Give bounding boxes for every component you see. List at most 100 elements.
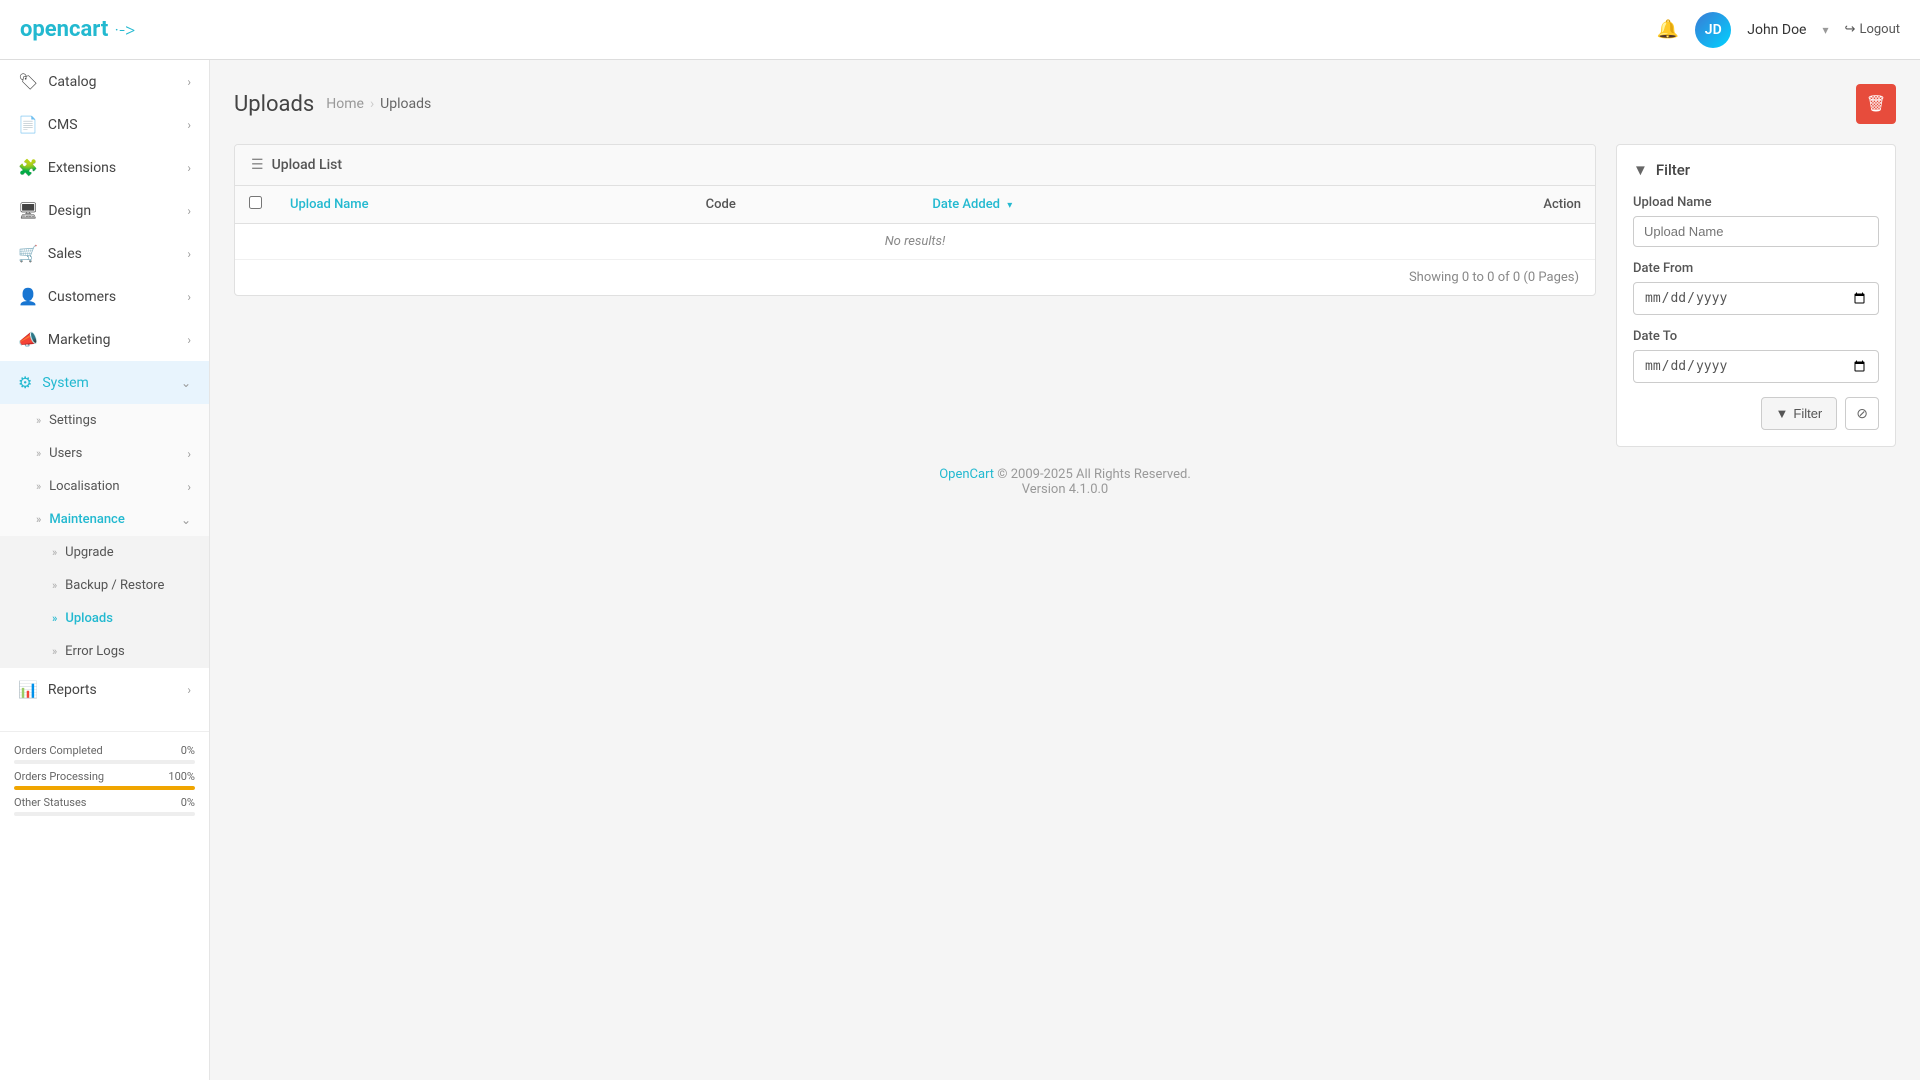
- upload-list-card: ☰ Upload List Upload Name: [234, 144, 1596, 296]
- chevron-right-icon: ›: [187, 480, 191, 494]
- col-date-added-label: Date Added: [932, 197, 1000, 212]
- share-icon: 📣: [18, 330, 38, 349]
- filter-upload-name-label: Upload Name: [1633, 195, 1879, 210]
- sidebar-item-sales[interactable]: 🛒 Sales ›: [0, 232, 209, 275]
- top-nav: opencart ·-> 🔔 JD John Doe ▾ ↪ Logout: [0, 0, 1920, 60]
- stat-label-other: Other Statuses: [14, 796, 86, 809]
- sidebar: 🏷 Catalog › 📄 CMS › 🧩 Extensions › 🖥: [0, 60, 210, 1080]
- notification-bell-icon[interactable]: 🔔: [1657, 19, 1679, 40]
- logo: opencart ·->: [20, 17, 135, 42]
- sidebar-item-customers[interactable]: 👤 Customers ›: [0, 275, 209, 318]
- page-title: Uploads: [234, 92, 314, 117]
- col-code-label: Code: [706, 197, 736, 212]
- user-name-label[interactable]: John Doe: [1747, 22, 1806, 38]
- chevron-right-icon: ›: [187, 683, 191, 697]
- chevron-right-icon: ›: [187, 161, 191, 175]
- sidebar-label-design: Design: [48, 203, 91, 219]
- chevron-right-icon: ›: [187, 290, 191, 304]
- system-submenu: » Settings » Users › » Localisation ›: [0, 404, 209, 668]
- avatar: JD: [1695, 12, 1731, 48]
- filter-title: ▼ Filter: [1633, 161, 1879, 179]
- sidebar-item-system[interactable]: ⚙ System ⌄: [0, 361, 209, 404]
- sidebar-item-settings[interactable]: » Settings: [0, 404, 209, 437]
- stat-value-processing: 100%: [168, 770, 195, 783]
- filter-actions: ▼ Filter ⊘: [1633, 397, 1879, 430]
- stat-label-completed: Orders Completed: [14, 744, 103, 757]
- col-action: Action: [1339, 186, 1595, 224]
- sort-desc-icon: ▾: [1007, 200, 1012, 211]
- sidebar-item-upgrade[interactable]: » Upgrade: [0, 536, 209, 569]
- footer-brand-link[interactable]: OpenCart: [939, 467, 994, 482]
- filter-upload-name-input[interactable]: [1633, 216, 1879, 247]
- gear-icon: ⚙: [18, 373, 32, 392]
- filter-panel: ▼ Filter Upload Name Date From Date To: [1616, 144, 1896, 447]
- table-header-row: Upload Name Code Date Added ▾: [235, 186, 1595, 224]
- logo-arrow: ·->: [114, 18, 135, 42]
- sidebar-label-sales: Sales: [48, 246, 82, 262]
- page-header: Uploads Home › Uploads 🗑: [234, 84, 1896, 124]
- double-chevron-icon: »: [52, 579, 57, 592]
- stat-other-statuses: Other Statuses 0%: [14, 796, 195, 816]
- sidebar-label-system: System: [42, 375, 88, 391]
- sidebar-item-marketing[interactable]: 📣 Marketing ›: [0, 318, 209, 361]
- sidebar-item-backup-restore[interactable]: » Backup / Restore: [0, 569, 209, 602]
- filter-icon: ▼: [1633, 161, 1648, 179]
- filter-date-to-group: Date To: [1633, 329, 1879, 383]
- sidebar-item-catalog[interactable]: 🏷 Catalog ›: [0, 60, 209, 103]
- uploads-table: Upload Name Code Date Added ▾: [235, 186, 1595, 259]
- col-upload-name[interactable]: Upload Name: [276, 186, 692, 224]
- sidebar-label-settings: Settings: [49, 413, 96, 428]
- filter-title-label: Filter: [1656, 161, 1690, 179]
- user-dropdown-icon[interactable]: ▾: [1823, 23, 1829, 37]
- breadcrumb-home-link[interactable]: Home: [326, 96, 364, 112]
- filter-date-to-input[interactable]: [1633, 350, 1879, 383]
- footer-version: Version 4.1.0.0: [1022, 482, 1109, 497]
- sidebar-item-design[interactable]: 🖥 Design ›: [0, 189, 209, 232]
- chevron-right-icon: ›: [187, 204, 191, 218]
- select-all-checkbox[interactable]: [249, 196, 262, 209]
- filter-date-to-label: Date To: [1633, 329, 1879, 344]
- puzzle-icon: 🧩: [18, 158, 38, 177]
- chevron-right-icon: ›: [187, 447, 191, 461]
- sidebar-label-uploads: Uploads: [65, 611, 113, 626]
- sidebar-item-maintenance[interactable]: » Maintenance ⌄: [0, 503, 209, 536]
- progress-bar-other: [14, 812, 195, 816]
- filter-date-from-group: Date From: [1633, 261, 1879, 315]
- double-chevron-icon: »: [36, 414, 41, 427]
- sidebar-item-users[interactable]: » Users ›: [0, 437, 209, 470]
- col-upload-name-label: Upload Name: [290, 197, 369, 212]
- no-results-row: No results!: [235, 224, 1595, 260]
- sidebar-item-error-logs[interactable]: » Error Logs: [0, 635, 209, 668]
- progress-bar-processing: [14, 786, 195, 790]
- sidebar-label-extensions: Extensions: [48, 160, 116, 176]
- maintenance-submenu: » Upgrade » Backup / Restore » Uploads: [0, 536, 209, 668]
- sidebar-label-error-logs: Error Logs: [65, 644, 125, 659]
- sidebar-item-localisation[interactable]: » Localisation ›: [0, 470, 209, 503]
- filter-button[interactable]: ▼ Filter: [1761, 397, 1838, 430]
- stat-label-processing: Orders Processing: [14, 770, 104, 783]
- brand-name: opencart: [20, 17, 108, 42]
- delete-button[interactable]: 🗑: [1856, 84, 1896, 124]
- stat-orders-completed: Orders Completed 0%: [14, 744, 195, 764]
- clear-filter-button[interactable]: ⊘: [1845, 397, 1879, 430]
- filter-btn-label: Filter: [1793, 406, 1822, 421]
- filter-btn-icon: ▼: [1776, 406, 1789, 421]
- layout: 🏷 Catalog › 📄 CMS › 🧩 Extensions › 🖥: [0, 60, 1920, 1080]
- cart-icon: 🛒: [18, 244, 38, 263]
- sidebar-item-extensions[interactable]: 🧩 Extensions ›: [0, 146, 209, 189]
- logout-button[interactable]: ↪ Logout: [1845, 22, 1900, 37]
- double-chevron-icon: »: [36, 513, 41, 526]
- sidebar-label-catalog: Catalog: [48, 74, 96, 90]
- sidebar-item-reports[interactable]: 📊 Reports ›: [0, 668, 209, 711]
- chevron-down-icon: ⌄: [181, 513, 191, 527]
- sidebar-item-cms[interactable]: 📄 CMS ›: [0, 103, 209, 146]
- sidebar-item-uploads[interactable]: » Uploads: [0, 602, 209, 635]
- chevron-right-icon: ›: [187, 118, 191, 132]
- filter-date-from-input[interactable]: [1633, 282, 1879, 315]
- sidebar-label-marketing: Marketing: [48, 332, 111, 348]
- clear-icon: ⊘: [1856, 405, 1868, 421]
- breadcrumb-current: Uploads: [380, 96, 431, 112]
- double-chevron-icon: »: [52, 546, 57, 559]
- chevron-right-icon: ›: [187, 333, 191, 347]
- col-date-added[interactable]: Date Added ▾: [918, 186, 1339, 224]
